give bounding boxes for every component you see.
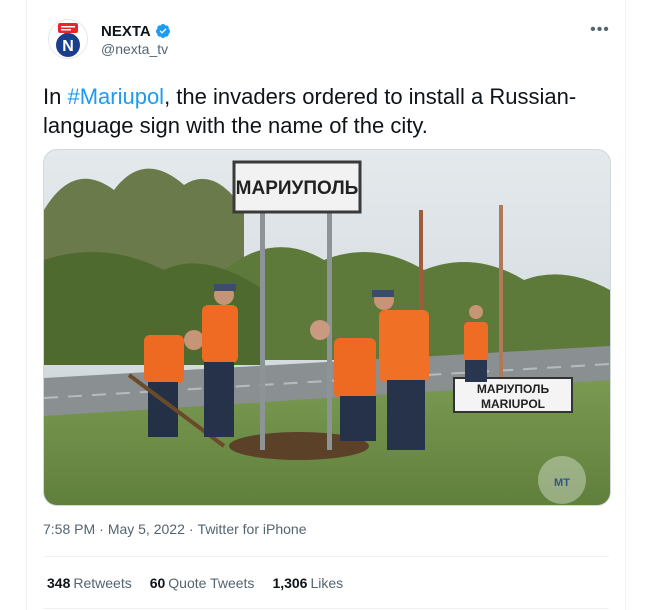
divider: [43, 608, 609, 609]
avatar[interactable]: N: [48, 19, 88, 59]
quotes-count: 60: [149, 575, 166, 591]
verified-badge-icon: [155, 23, 171, 39]
tweet-text-prefix: In: [43, 84, 68, 109]
retweets-count: 348: [47, 575, 71, 591]
worker-figure: [202, 284, 238, 437]
quote-tweets-stat[interactable]: 60 Quote Tweets: [150, 575, 255, 591]
tweet-text: In #Mariupol, the invaders ordered to in…: [43, 82, 618, 140]
photo-illustration: МАРИУПОЛЬ МАРІУПОЛЬ MARIUPOL MT: [44, 150, 610, 505]
meta-separator: ·: [188, 521, 194, 537]
tweet-photo[interactable]: МАРИУПОЛЬ МАРІУПОЛЬ MARIUPOL MT: [43, 149, 611, 506]
retweets-label: Retweets: [73, 575, 132, 591]
likes-stat[interactable]: 1,306 Likes: [272, 575, 343, 591]
more-options-icon[interactable]: •••: [590, 20, 610, 40]
meta-separator: ·: [99, 521, 104, 537]
likes-label: Likes: [310, 575, 344, 591]
svg-text:N: N: [62, 38, 74, 55]
author-name[interactable]: NEXTA: [101, 23, 151, 40]
divider: [43, 556, 609, 557]
tweet-date[interactable]: May 5, 2022: [108, 521, 185, 537]
tweet-source[interactable]: Twitter for iPhone: [198, 521, 307, 537]
quotes-label: Quote Tweets: [168, 575, 255, 591]
nexta-logo-icon: N: [49, 20, 87, 58]
svg-text:МАРІУПОЛЬ: МАРІУПОЛЬ: [477, 382, 550, 396]
likes-count: 1,306: [272, 575, 308, 591]
retweets-stat[interactable]: 348 Retweets: [47, 575, 132, 591]
author-name-row[interactable]: NEXTA: [101, 21, 171, 41]
tweet-stats: 348 Retweets 60 Quote Tweets 1,306 Likes: [47, 575, 343, 591]
author-handle[interactable]: @nexta_tv: [101, 41, 168, 57]
svg-text:MT: MT: [554, 477, 570, 489]
tweet-time[interactable]: 7:58 PM: [43, 521, 95, 537]
svg-text:МАРИУПОЛЬ: МАРИУПОЛЬ: [236, 178, 359, 199]
tweet-meta: 7:58 PM · May 5, 2022 · Twitter for iPho…: [43, 521, 306, 537]
svg-text:MARIUPOL: MARIUPOL: [481, 397, 545, 411]
hashtag-link[interactable]: #Mariupol: [67, 84, 164, 109]
